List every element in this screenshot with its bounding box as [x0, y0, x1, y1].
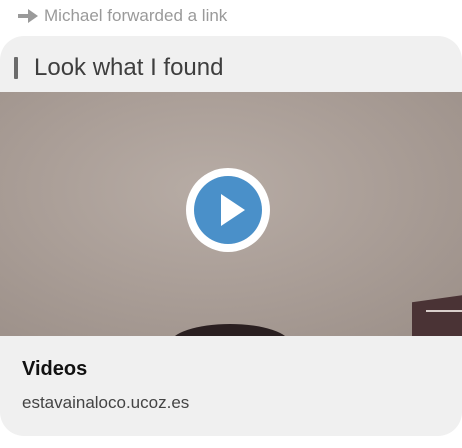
message-quote: Look what I found — [14, 54, 223, 82]
message-text: Look what I found — [34, 54, 224, 81]
preview-dark-shape — [170, 324, 290, 336]
link-title[interactable]: Videos — [22, 358, 87, 381]
forward-header: Michael forwarded a link — [18, 4, 227, 28]
preview-corner-shape — [412, 293, 462, 336]
link-message-card[interactable]: Look what I found Videos estavainaloco.u… — [0, 36, 462, 436]
forward-arrow-icon — [18, 9, 38, 23]
preview-corner-line — [426, 310, 462, 312]
play-triangle — [221, 194, 245, 226]
play-button[interactable] — [186, 168, 270, 252]
quote-bar — [14, 57, 18, 79]
video-preview[interactable] — [0, 92, 462, 336]
play-icon — [194, 176, 262, 244]
link-domain[interactable]: estavainaloco.ucoz.es — [22, 393, 189, 413]
forward-text: Michael forwarded a link — [44, 6, 228, 25]
